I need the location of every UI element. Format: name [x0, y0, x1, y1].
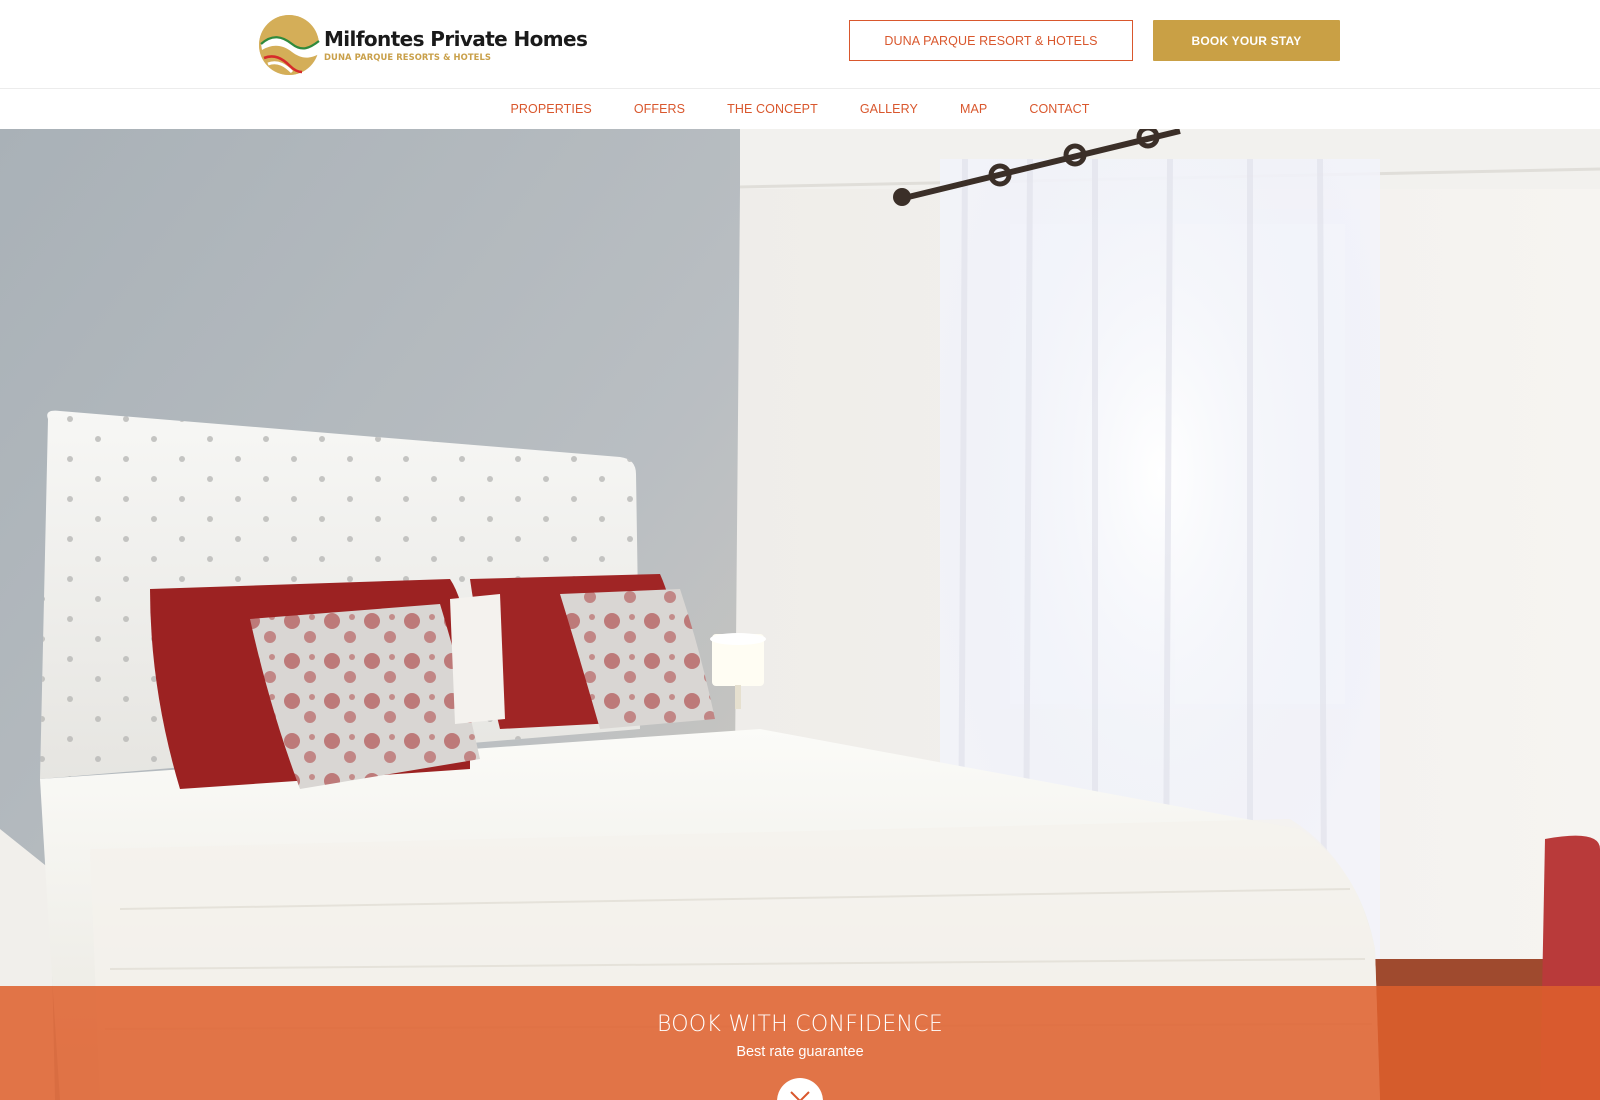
banner-title: BOOK WITH CONFIDENCE: [656, 1012, 944, 1037]
nav-item-the-concept[interactable]: THE CONCEPT: [727, 102, 818, 116]
nav-item-contact[interactable]: CONTACT: [1029, 102, 1089, 116]
nav-item-offers[interactable]: OFFERS: [634, 102, 685, 116]
site-header: Milfontes Private Homes DUNA PARQUE RESO…: [0, 0, 1600, 89]
nav-item-gallery[interactable]: GALLERY: [860, 102, 918, 116]
banner-subtitle: Best rate guarantee: [736, 1044, 864, 1060]
logo-subtitle: DUNA PARQUE RESORTS & HOTELS: [324, 52, 492, 62]
site-logo[interactable]: Milfontes Private Homes DUNA PARQUE RESO…: [258, 13, 588, 77]
booking-banner: BOOK WITH CONFIDENCE Best rate guarantee: [0, 986, 1600, 1100]
chevron-down-icon: [790, 1091, 810, 1100]
wave-logo-icon: [259, 15, 320, 75]
main-nav: PROPERTIES OFFERS THE CONCEPT GALLERY MA…: [0, 89, 1600, 129]
hero-bedroom-image: [0, 129, 1600, 1100]
scroll-down-button[interactable]: [777, 1078, 823, 1100]
duna-parque-button[interactable]: DUNA PARQUE RESORT & HOTELS: [849, 20, 1133, 61]
book-your-stay-button[interactable]: BOOK YOUR STAY: [1153, 20, 1340, 61]
nav-item-map[interactable]: MAP: [960, 102, 987, 116]
logo-title: Milfontes Private Homes: [324, 27, 588, 51]
nav-item-properties[interactable]: PROPERTIES: [510, 102, 591, 116]
hero-section: BOOK WITH CONFIDENCE Best rate guarantee: [0, 129, 1600, 1100]
